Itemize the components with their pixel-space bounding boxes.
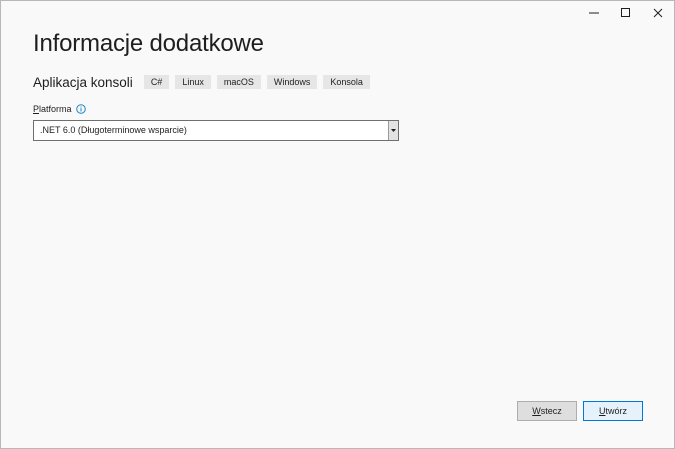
project-type-label: Aplikacja konsoli xyxy=(33,74,133,90)
back-button-label: stecz xyxy=(540,406,562,416)
tag-windows: Windows xyxy=(266,75,318,89)
framework-label-text: latforma xyxy=(39,104,72,114)
back-button[interactable]: Wstecz xyxy=(517,401,577,421)
tag-macos: macOS xyxy=(216,75,261,89)
tag-csharp: C# xyxy=(143,75,170,89)
framework-label-row: Platforma xyxy=(33,103,86,115)
window-controls xyxy=(578,1,674,25)
page-title: Informacje dodatkowe xyxy=(33,30,264,57)
close-icon[interactable] xyxy=(642,1,674,25)
minimize-icon[interactable] xyxy=(578,1,610,25)
back-button-mnemonic: W xyxy=(532,406,541,416)
tag-console: Konsola xyxy=(323,75,370,89)
framework-label: Platforma xyxy=(33,104,72,114)
tag-linux: Linux xyxy=(175,75,211,89)
dialog-window: Informacje dodatkowe Aplikacja konsoli C… xyxy=(0,0,675,449)
create-button[interactable]: Utwórz xyxy=(583,401,643,421)
framework-select-value: .NET 6.0 (Długoterminowe wsparcie) xyxy=(40,125,187,135)
chevron-down-icon[interactable] xyxy=(388,121,398,140)
project-tags: C# Linux macOS Windows Konsola xyxy=(143,75,370,89)
project-type-row: Aplikacja konsoli C# Linux macOS Windows… xyxy=(33,74,370,90)
info-icon[interactable] xyxy=(75,104,86,114)
create-button-label: twórz xyxy=(605,406,627,416)
maximize-icon[interactable] xyxy=(610,1,642,25)
framework-select[interactable]: .NET 6.0 (Długoterminowe wsparcie) xyxy=(33,120,399,141)
